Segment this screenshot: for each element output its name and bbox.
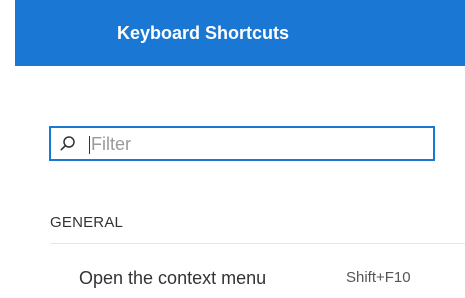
shortcut-row: Open the context menu Shift+F10 [50,262,465,292]
filter-box[interactable] [49,126,435,161]
section-title-general: GENERAL [50,214,124,231]
shortcut-keys: Shift+F10 [346,269,411,286]
keyboard-shortcuts-panel: Keyboard Shortcuts GENERAL Open the cont… [0,0,465,298]
panel-header: Keyboard Shortcuts [15,0,465,66]
filter-input[interactable] [91,132,421,156]
shortcut-label: Open the context menu [79,268,267,288]
panel-title: Keyboard Shortcuts [117,23,290,43]
search-icon [60,136,75,151]
section-divider [50,243,465,244]
text-cursor [89,136,90,154]
